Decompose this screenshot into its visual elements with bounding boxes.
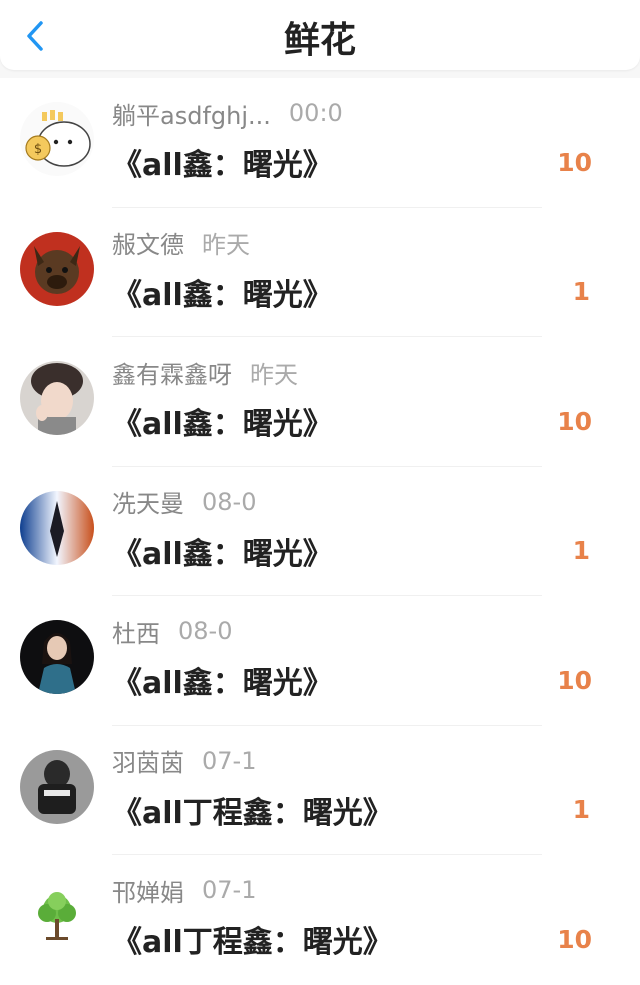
- sender-line: 赧文德 昨天: [112, 226, 250, 260]
- list-item[interactable]: 邗婵娟 07-1 《all丁程鑫：曙光》 10: [0, 855, 640, 985]
- timestamp: 昨天: [202, 231, 250, 259]
- timestamp: 00:0: [288, 99, 343, 127]
- avatar[interactable]: [20, 749, 94, 824]
- flower-count: 10: [557, 406, 592, 436]
- timestamp: 08-0: [178, 617, 233, 645]
- avatar[interactable]: [20, 231, 94, 306]
- sender-line: 冼天曼 08-0: [112, 485, 256, 519]
- work-title: 《all鑫：曙光》: [112, 536, 333, 572]
- avatar[interactable]: [20, 879, 94, 953]
- flower-count: 10: [557, 147, 592, 177]
- sender-line: 躺平asdfghj... 00:0: [112, 96, 343, 130]
- sender-line: 羽茵茵 07-1: [112, 744, 256, 778]
- flower-count: 1: [572, 277, 590, 306]
- flower-count: 10: [557, 665, 592, 695]
- sender-line: 邗婵娟 07-1: [112, 873, 256, 907]
- work-title: 《all鑫：曙光》: [112, 407, 333, 442]
- flower-count: 1: [572, 536, 590, 565]
- list-item[interactable]: 鑫有霖鑫呀 昨天 《all鑫：曙光》 10: [0, 337, 640, 467]
- timestamp: 07-1: [202, 746, 257, 775]
- flower-count: 1: [572, 795, 590, 824]
- list-item[interactable]: 冼天曼 08-0 《all鑫：曙光》 1: [0, 466, 640, 596]
- sender-name: 杜西: [112, 619, 160, 648]
- work-title: 《all鑫：曙光》: [112, 277, 333, 313]
- sender-name: 鑫有霖鑫呀: [112, 360, 232, 389]
- top-bar: 鲜花: [0, 0, 640, 70]
- flower-list: $ 躺平asdfghj... 00:0 《all鑫：曙光》 10 赧文德 昨天 …: [0, 78, 640, 985]
- timestamp: 08-0: [202, 487, 257, 516]
- flower-count: 10: [557, 924, 592, 954]
- work-title: 《all鑫：曙光》: [112, 666, 333, 701]
- list-item[interactable]: 杜西 08-0 《all鑫：曙光》 10: [0, 596, 640, 726]
- work-title: 《all鑫：曙光》: [112, 148, 333, 183]
- sender-name: 邗婵娟: [112, 878, 184, 907]
- sender-line: 杜西 08-0: [112, 614, 232, 648]
- avatar[interactable]: $: [20, 102, 94, 176]
- avatar[interactable]: [20, 620, 94, 694]
- sender-name: 羽茵茵: [112, 749, 184, 777]
- work-title: 《all丁程鑫：曙光》: [112, 795, 393, 831]
- sender-name: 躺平asdfghj...: [112, 101, 271, 130]
- avatar[interactable]: [20, 490, 94, 565]
- sender-name: 赧文德: [112, 231, 184, 259]
- page-title: 鲜花: [283, 20, 356, 61]
- work-title: 《all丁程鑫：曙光》: [112, 925, 393, 960]
- sender-line: 鑫有霖鑫呀 昨天: [112, 355, 298, 389]
- timestamp: 07-1: [202, 876, 257, 904]
- list-item[interactable]: 羽茵茵 07-1 《all丁程鑫：曙光》 1: [0, 725, 640, 855]
- list-item[interactable]: $ 躺平asdfghj... 00:0 《all鑫：曙光》 10: [0, 78, 640, 208]
- timestamp: 昨天: [250, 360, 298, 389]
- avatar[interactable]: [20, 361, 94, 435]
- svg-text:$: $: [34, 142, 42, 157]
- sender-name: 冼天曼: [112, 490, 184, 518]
- list-item[interactable]: 赧文德 昨天 《all鑫：曙光》 1: [0, 207, 640, 337]
